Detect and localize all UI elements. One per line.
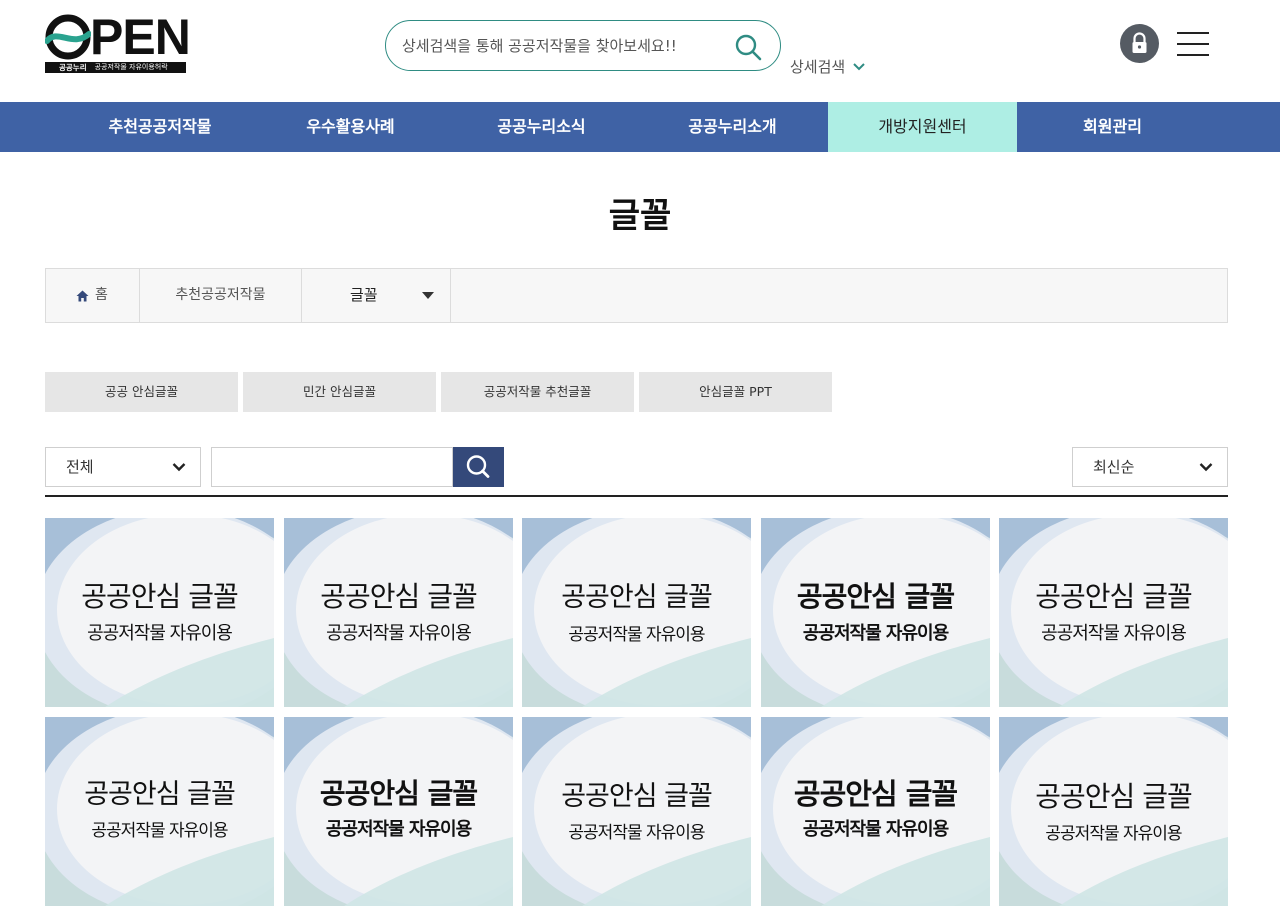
- card-subtitle: 공공저작물 자유이용: [568, 822, 705, 843]
- nav-item-recommended[interactable]: 추천공공저작물: [65, 102, 255, 152]
- card-subtitle: 공공저작물 자유이용: [91, 820, 228, 841]
- page-title: 글꼴: [608, 196, 672, 236]
- card-title: 공공안심 글꼴: [1035, 779, 1192, 813]
- tab-safe-font-ppt[interactable]: 안심글꼴 PPT: [639, 372, 832, 412]
- breadcrumb: 홈 추천공공저작물 글꼴: [45, 268, 1228, 323]
- home-icon: [76, 290, 89, 301]
- search-icon[interactable]: [734, 33, 762, 61]
- list-divider: [45, 495, 1228, 497]
- card-title: 공공안심 글꼴: [796, 579, 955, 613]
- tab-private-safe-font[interactable]: 민간 안심글꼴: [243, 372, 436, 412]
- advanced-search-label: 상세검색: [790, 58, 846, 76]
- breadcrumb-home-label: 홈: [95, 287, 108, 303]
- font-card[interactable]: 공공안심 글꼴공공저작물 자유이용: [522, 518, 751, 707]
- font-card[interactable]: 공공안심 글꼴공공저작물 자유이용: [45, 717, 274, 906]
- font-card[interactable]: 공공안심 글꼴공공저작물 자유이용: [999, 717, 1228, 906]
- card-title: 공공안심 글꼴: [561, 781, 713, 813]
- chevron-down-icon: [853, 62, 865, 70]
- category-select[interactable]: 전체: [45, 447, 201, 487]
- card-title: 공공안심 글꼴: [84, 779, 236, 811]
- card-background-image: [45, 717, 274, 906]
- sort-select[interactable]: 최신순: [1072, 447, 1228, 487]
- breadcrumb-current-dropdown[interactable]: 글꼴: [302, 269, 451, 322]
- breadcrumb-home[interactable]: 홈: [46, 269, 140, 322]
- logo-wordmark: PEN: [45, 9, 191, 65]
- card-subtitle: 공공저작물 자유이용: [568, 624, 705, 645]
- nav-item-support-center[interactable]: 개방지원센터: [828, 102, 1017, 152]
- card-subtitle: 공공저작물 자유이용: [1041, 623, 1187, 645]
- sort-select-value: 최신순: [1093, 458, 1135, 476]
- card-title: 공공안심 글꼴: [320, 579, 477, 613]
- chevron-down-icon: [1199, 463, 1213, 472]
- site-header: PEN 공공누리 공공저작물 자유이용허락 상세검색: [0, 0, 1280, 102]
- card-subtitle: 공공저작물 자유이용: [1045, 823, 1182, 844]
- lock-icon: [1132, 32, 1147, 53]
- breadcrumb-current-label: 글꼴: [350, 286, 378, 304]
- logo-letters: PEN: [90, 9, 191, 65]
- search-icon: [466, 455, 490, 478]
- font-card[interactable]: 공공안심 글꼴공공저작물 자유이용: [761, 717, 990, 906]
- card-subtitle: 공공저작물 자유이용: [326, 623, 472, 645]
- font-card[interactable]: 공공안심 글꼴공공저작물 자유이용: [284, 518, 513, 707]
- breadcrumb-level1[interactable]: 추천공공저작물: [140, 269, 302, 322]
- tab-recommended-font[interactable]: 공공저작물 추천글꼴: [441, 372, 634, 412]
- keyword-search-button[interactable]: [453, 447, 504, 487]
- nav-item-news[interactable]: 공공누리소식: [446, 102, 637, 152]
- card-title: 공공안심 글꼴: [561, 582, 713, 614]
- card-title: 공공안심 글꼴: [319, 776, 478, 810]
- nav-item-members[interactable]: 회원관리: [1017, 102, 1208, 152]
- font-card[interactable]: 공공안심 글꼴공공저작물 자유이용: [761, 518, 990, 707]
- keyword-search-input[interactable]: [211, 447, 453, 487]
- main-search-input[interactable]: [402, 33, 722, 59]
- nav-item-about[interactable]: 공공누리소개: [637, 102, 828, 152]
- logo-tagline-main: 공공누리: [59, 63, 87, 72]
- card-subtitle: 공공저작물 자유이용: [802, 623, 949, 645]
- hamburger-menu-icon[interactable]: [1177, 31, 1209, 57]
- main-search-box: [385, 20, 781, 71]
- advanced-search-toggle[interactable]: 상세검색: [790, 56, 865, 77]
- caret-down-icon: [422, 292, 434, 299]
- font-card[interactable]: 공공안심 글꼴공공저작물 자유이용: [522, 717, 751, 906]
- card-subtitle: 공공저작물 자유이용: [802, 819, 949, 841]
- font-card[interactable]: 공공안심 글꼴공공저작물 자유이용: [999, 518, 1228, 707]
- tab-public-safe-font[interactable]: 공공 안심글꼴: [45, 372, 238, 412]
- category-select-value: 전체: [66, 458, 94, 476]
- font-card[interactable]: 공공안심 글꼴공공저작물 자유이용: [284, 717, 513, 906]
- logo-o-icon: [45, 14, 91, 60]
- logo-tagline-sub: 공공저작물 자유이용허락: [94, 63, 168, 71]
- login-button[interactable]: [1120, 24, 1159, 63]
- card-title: 공공안심 글꼴: [1035, 579, 1192, 613]
- chevron-down-icon: [172, 463, 186, 472]
- logo-tagline-bar: 공공누리 공공저작물 자유이용허락: [45, 62, 186, 73]
- nav-item-best-cases[interactable]: 우수활용사례: [255, 102, 446, 152]
- card-title: 공공안심 글꼴: [81, 579, 238, 613]
- site-logo[interactable]: PEN 공공누리 공공저작물 자유이용허락: [45, 9, 191, 74]
- card-subtitle: 공공저작물 자유이용: [325, 819, 472, 841]
- font-card[interactable]: 공공안심 글꼴공공저작물 자유이용: [45, 518, 274, 707]
- card-subtitle: 공공저작물 자유이용: [87, 623, 233, 645]
- card-title: 공공안심 글꼴: [793, 777, 958, 812]
- main-nav: 추천공공저작물 우수활용사례 공공누리소식 공공누리소개 개방지원센터 회원관리: [0, 102, 1280, 152]
